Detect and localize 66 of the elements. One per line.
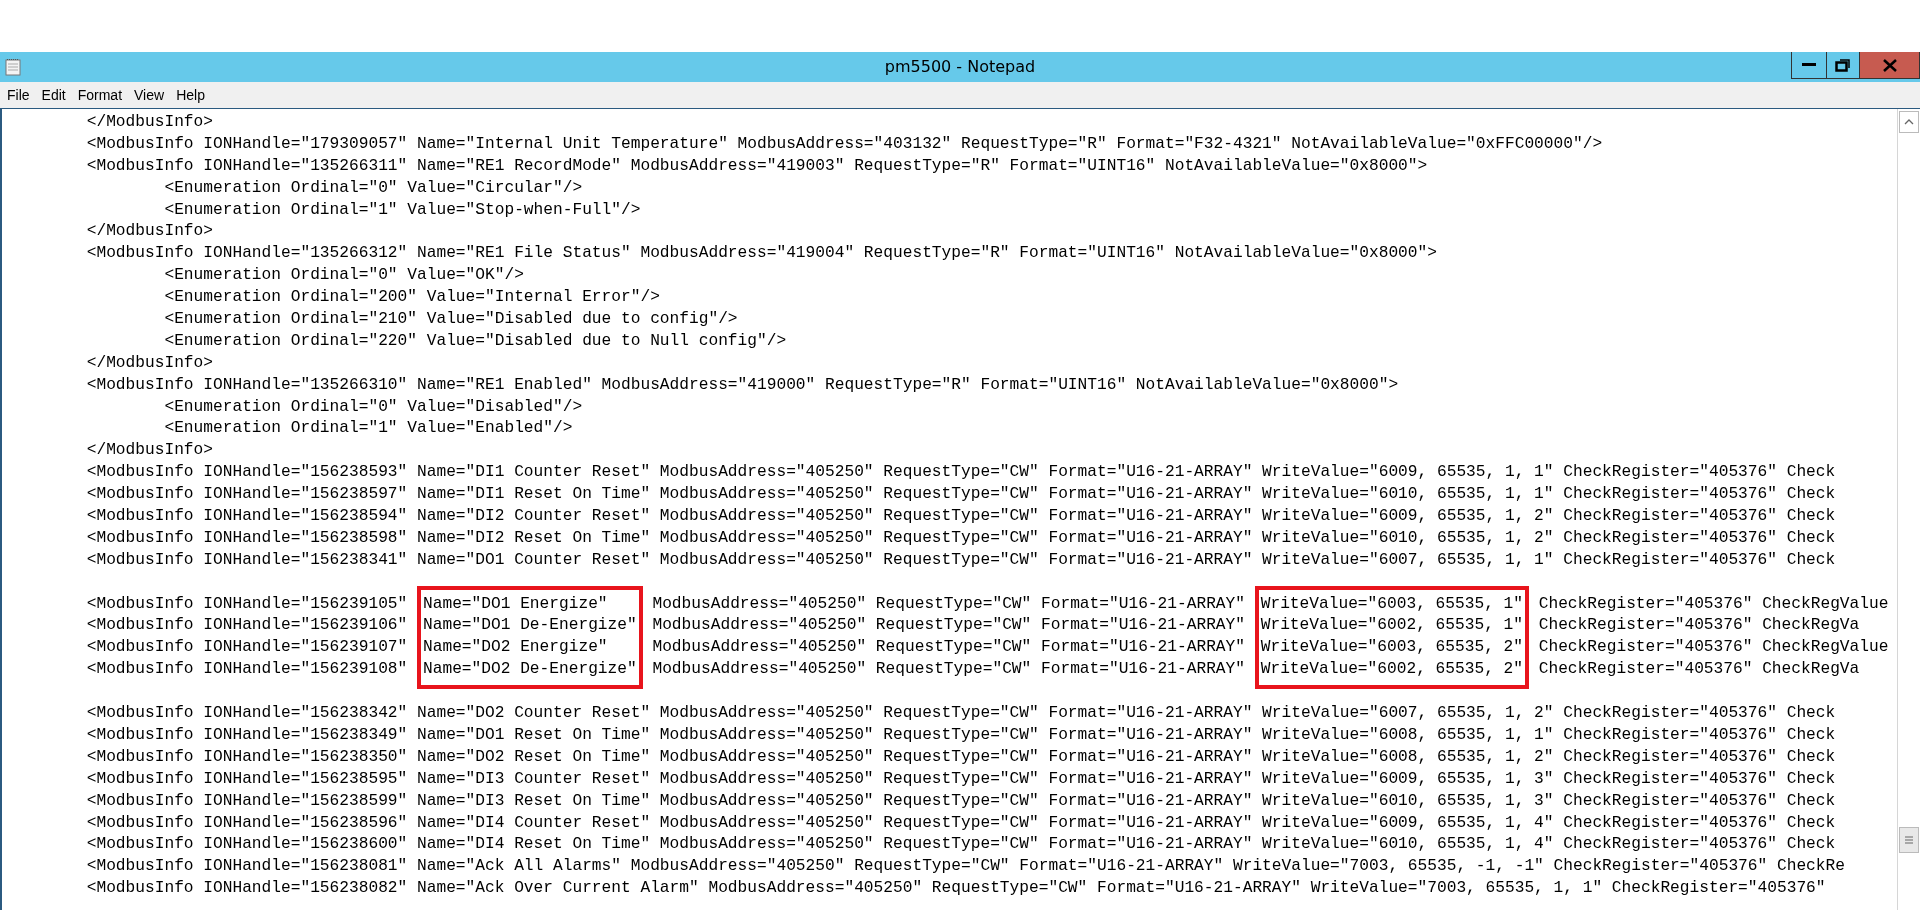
code-line: <ModbusInfo IONHandle="135266312" Name="RE1 File Status" ModbusAddress="419004" RequestType="R" Format="UINT16" NotAvailableValue="0x8000">	[85, 244, 1437, 263]
code-text: Name="DO2 Energize"	[423, 637, 609, 659]
code-line: </ModbusInfo>	[85, 441, 213, 460]
code-text: CheckRegister="405376" CheckRegVa	[1537, 615, 1861, 637]
menu-item[interactable]: Help	[170, 85, 211, 105]
code-line: <Enumeration Ordinal="200" Value="Internal Error"/>	[163, 288, 660, 307]
code-line: <ModbusInfo IONHandle="156238593" Name="DI1 Counter Reset" ModbusAddress="405250" RequestType="CW" Format="U16-21-ARRAY" WriteValue="6009, 65535, 1, 1" CheckRegister="405376" Check	[85, 463, 1836, 482]
code-line: <ModbusInfo IONHandle="135266310" Name="RE1 Enabled" ModbusAddress="419000" RequestType="R" Format="UINT16" NotAvailableValue="0x8000">	[85, 375, 1399, 394]
scroll-thumb[interactable]	[1899, 827, 1919, 853]
menu-item[interactable]: File	[1, 85, 36, 105]
code-text: WriteValue="6002, 65535, 2"	[1260, 659, 1523, 681]
grip-icon	[1904, 836, 1914, 844]
code-line: <ModbusInfo IONHandle="156238600" Name="DI4 Reset On Time" ModbusAddress="405250" RequestType="CW" Format="U16-21-ARRAY" WriteValue="6010, 65535, 1, 4" CheckRegister="405376" Check	[85, 835, 1836, 854]
code-line: </ModbusInfo>	[85, 353, 213, 372]
caret-up-icon	[1904, 119, 1914, 125]
code-text: <ModbusInfo IONHandle="156239106"	[85, 615, 409, 637]
code-text: ModbusAddress="405250" RequestType="CW" Format="U16-21-ARRAY"	[651, 615, 1246, 637]
code-line: <ModbusInfo IONHandle="156238597" Name="DI1 Reset On Time" ModbusAddress="405250" RequestType="CW" Format="U16-21-ARRAY" WriteValue="6010, 65535, 1, 1" CheckRegister="405376" Check	[85, 485, 1836, 504]
code-line: <ModbusInfo IONHandle="156238596" Name="DI4 Counter Reset" ModbusAddress="405250" RequestType="CW" Format="U16-21-ARRAY" WriteValue="6009, 65535, 1, 4" CheckRegister="405376" Check	[85, 813, 1836, 832]
code-line: <ModbusInfo IONHandle="156238082" Name="Ack Over Current Alarm" ModbusAddress="405250" RequestType="CW" Format="U16-21-ARRAY" WriteValue="7003, 65535, 1, 1" CheckRegister="405376"	[85, 879, 1826, 898]
code-text: ModbusAddress="405250" RequestType="CW" Format="U16-21-ARRAY"	[651, 637, 1246, 659]
close-button[interactable]	[1859, 52, 1920, 79]
code-line: <Enumeration Ordinal="1" Value="Stop-when-Full"/>	[163, 200, 641, 219]
close-icon	[1882, 58, 1897, 72]
code-text: <ModbusInfo IONHandle="156239108"	[85, 659, 409, 681]
code-line: <Enumeration Ordinal="210" Value="Disabled due to config"/>	[163, 310, 738, 328]
code-text: CheckRegister="405376" CheckRegValue	[1537, 637, 1889, 659]
code-line: <ModbusInfo IONHandle="156238599" Name="DI3 Reset On Time" ModbusAddress="405250" RequestType="CW" Format="U16-21-ARRAY" WriteValue="6010, 65535, 1, 3" CheckRegister="405376" Check	[85, 791, 1836, 810]
code-line: <ModbusInfo IONHandle="156238349" Name="DO1 Reset On Time" ModbusAddress="405250" RequestType="CW" Format="U16-21-ARRAY" WriteValue="6008, 65535, 1, 1" CheckRegister="405376" Check	[85, 725, 1836, 744]
code-text: Name="DO2 De-Energize"	[423, 659, 637, 681]
code-line: <ModbusInfo IONHandle="156238350" Name="DO2 Reset On Time" ModbusAddress="405250" RequestType="CW" Format="U16-21-ARRAY" WriteValue="6008, 65535, 1, 2" CheckRegister="405376" Check	[85, 747, 1836, 766]
code-line: <ModbusInfo IONHandle="156238341" Name="DO1 Counter Reset" ModbusAddress="405250" RequestType="CW" Format="U16-21-ARRAY" WriteValue="6007, 65535, 1, 1" CheckRegister="405376" Check	[85, 550, 1836, 569]
code-line: <ModbusInfo IONHandle="156238342" Name="DO2 Counter Reset" ModbusAddress="405250" RequestType="CW" Format="U16-21-ARRAY" WriteValue="6007, 65535, 1, 2" CheckRegister="405376" Check	[85, 704, 1836, 723]
code-line: <ModbusInfo IONHandle="179309057" Name="Internal Unit Temperature" ModbusAddress="403132" RequestType="R" Format="F32-4321" NotAvailableValue="0xFFC00000"/>	[85, 134, 1603, 153]
code-text: ModbusAddress="405250" RequestType="CW" Format="U16-21-ARRAY"	[651, 593, 1246, 615]
minimize-button[interactable]	[1791, 52, 1827, 79]
code-text: WriteValue="6003, 65535, 1"	[1260, 593, 1523, 615]
code-line: <ModbusInfo IONHandle="156238595" Name="DI3 Counter Reset" ModbusAddress="405250" RequestType="CW" Format="U16-21-ARRAY" WriteValue="6009, 65535, 1, 3" CheckRegister="405376" Check	[85, 769, 1836, 788]
window-title: pm5500 - Notepad	[884, 57, 1036, 76]
code-line: <ModbusInfo IONHandle="156238598" Name="DI2 Reset On Time" ModbusAddress="405250" RequestType="CW" Format="U16-21-ARRAY" WriteValue="6010, 65535, 1, 2" CheckRegister="405376" Check	[85, 528, 1836, 547]
code-line: <Enumeration Ordinal="0" Value="Disabled"/>	[163, 397, 583, 416]
code-line: <ModbusInfo IONHandle="135266311" Name="RE1 RecordMode" ModbusAddress="419003" RequestType="R" Format="UINT16" NotAvailableValue="0x8000">	[85, 156, 1428, 175]
menu-item[interactable]: View	[128, 85, 171, 105]
code-text: <ModbusInfo IONHandle="156239107"	[85, 637, 409, 659]
code-text: WriteValue="6002, 65535, 1"	[1260, 615, 1523, 637]
code-line: <ModbusInfo IONHandle="156238081" Name="Ack All Alarms" ModbusAddress="405250" RequestType="CW" Format="U16-21-ARRAY" WriteValue="7003, 65535, -1, -1" CheckRegister="405376" CheckRe	[85, 857, 1845, 876]
minimize-icon	[1802, 63, 1816, 67]
code-line: <ModbusInfo IONHandle="156238594" Name="DI2 Counter Reset" ModbusAddress="405250" RequestType="CW" Format="U16-21-ARRAY" WriteValue="6009, 65535, 1, 2" CheckRegister="405376" Check	[85, 507, 1836, 526]
code-text: CheckRegister="405376" CheckRegValue	[1537, 593, 1889, 615]
code-text: Name="DO1 Energize"	[423, 593, 609, 615]
vertical-scrollbar[interactable]	[1897, 109, 1920, 910]
menu-item[interactable]: Edit	[35, 85, 72, 105]
code-line: <Enumeration Ordinal="1" Value="Enabled"/>	[163, 419, 573, 438]
code-line: <Enumeration Ordinal="220" Value="Disabled due to Null config"/>	[163, 331, 787, 350]
restore-icon	[1835, 58, 1851, 72]
code-text: Name="DO1 De-Energize"	[423, 615, 637, 637]
code-text: <ModbusInfo IONHandle="156239105"	[85, 593, 409, 615]
menu-item[interactable]: Format	[71, 85, 129, 105]
code-line: </ModbusInfo>	[85, 222, 213, 241]
notepad-icon	[5, 58, 21, 76]
code-line: <Enumeration Ordinal="0" Value="Circular"/>	[163, 178, 583, 197]
code-line: </ModbusInfo>	[85, 113, 213, 131]
code-text: WriteValue="6003, 65535, 2"	[1260, 637, 1523, 659]
code-text: CheckRegister="405376" CheckRegVa	[1537, 659, 1861, 681]
code-line: <Enumeration Ordinal="0" Value="OK"/>	[163, 266, 524, 285]
code-text: ModbusAddress="405250" RequestType="CW" Format="U16-21-ARRAY"	[651, 659, 1246, 681]
